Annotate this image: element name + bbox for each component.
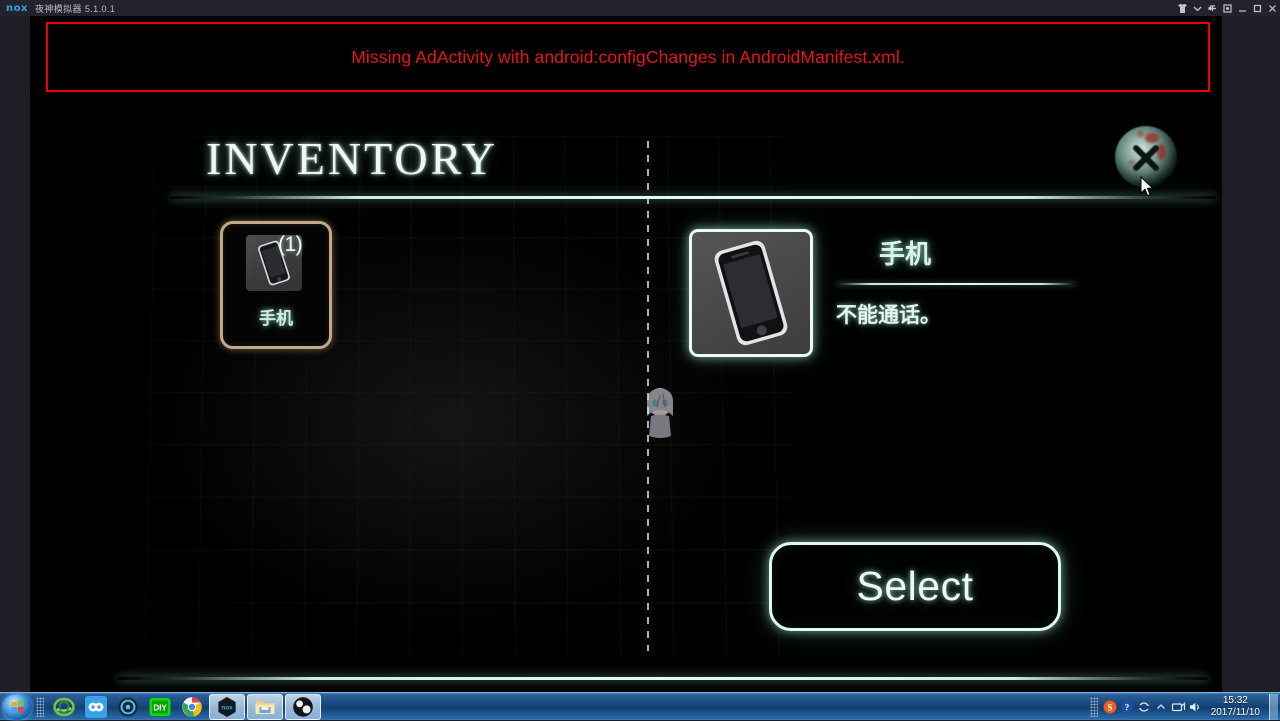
emulator-left-gutter [0, 16, 30, 692]
minimize-button[interactable] [1235, 0, 1250, 16]
tray-icon-sogou-input[interactable]: S [1102, 694, 1119, 720]
window-title: 夜神模拟器 5.1.0.1 [34, 3, 116, 14]
tray-icon-show-hidden[interactable] [1153, 694, 1170, 720]
taskbar-icon-internet-explorer[interactable] [49, 694, 79, 720]
item-count: (1) [278, 233, 303, 256]
page-title: INVENTORY [206, 133, 498, 184]
show-desktop-button[interactable] [1269, 693, 1278, 720]
chevron-down-icon[interactable] [1190, 0, 1205, 16]
shirt-icon[interactable] [1175, 0, 1190, 16]
window-titlebar[interactable]: nox 夜神模拟器 5.1.0.1 [0, 0, 1280, 16]
svg-text:?: ? [1125, 702, 1130, 712]
taskbar-icon-media-player[interactable] [113, 694, 143, 720]
character-sprite [647, 388, 673, 438]
taskbar-grip[interactable] [36, 696, 44, 717]
tray-icon-volume[interactable] [1187, 694, 1204, 720]
inventory-slot-1[interactable]: (1) 手机 [220, 221, 332, 349]
system-tray: S ? 15:32 2017/11/10 [1086, 693, 1280, 721]
mouse-cursor [1140, 176, 1154, 197]
pin-icon[interactable] [1205, 0, 1220, 16]
tray-icon-help[interactable]: ? [1119, 694, 1136, 720]
detail-phone-icon [689, 229, 813, 357]
window-controls [1175, 0, 1280, 16]
svg-text:S: S [1108, 702, 1113, 712]
nox-logo: nox [6, 2, 28, 14]
taskbar-icon-chrome[interactable] [177, 694, 207, 720]
tray-grip[interactable] [1089, 696, 1098, 717]
detail-item-description: 不能通话。 [836, 303, 941, 327]
detail-item-name: 手机 [879, 240, 932, 270]
close-button[interactable] [1265, 0, 1280, 16]
ad-error-banner: Missing AdActivity with android:configCh… [46, 22, 1210, 92]
taskbar-button-explorer[interactable] [247, 693, 283, 720]
tray-icon-network[interactable] [1170, 694, 1187, 720]
tray-icon-sync[interactable] [1136, 694, 1153, 720]
detail-divider-rule [836, 283, 1076, 285]
taskbar-icon-diy[interactable]: DIY [145, 694, 175, 720]
taskbar-clock[interactable]: 15:32 2017/11/10 [1204, 695, 1267, 719]
android-screen[interactable]: Missing AdActivity with android:configCh… [30, 16, 1222, 692]
bottom-divider-rule [118, 677, 1208, 680]
clock-time: 15:32 [1222, 694, 1248, 706]
select-button[interactable]: Select [769, 542, 1061, 631]
clock-date: 2017/11/10 [1210, 706, 1260, 718]
top-divider-rule [170, 196, 1216, 199]
taskbar-button-nox[interactable]: nox [209, 693, 245, 720]
gear-icon[interactable] [1220, 0, 1235, 16]
panel-divider [647, 141, 649, 651]
taskbar-button-obs[interactable] [285, 693, 321, 720]
taskbar-icon-baidu-cloud[interactable] [81, 694, 111, 720]
svg-text:nox: nox [221, 704, 233, 711]
ad-error-message: Missing AdActivity with android:configCh… [351, 46, 905, 67]
item-label: 手机 [259, 309, 293, 329]
emulator-right-gutter [1222, 16, 1280, 692]
select-button-label: Select [856, 563, 974, 609]
windows-taskbar[interactable]: DIY nox S ? 15:32 2017/11/10 [0, 692, 1280, 720]
svg-text:DIY: DIY [153, 703, 167, 712]
start-button[interactable] [2, 693, 32, 720]
maximize-button[interactable] [1250, 0, 1265, 16]
